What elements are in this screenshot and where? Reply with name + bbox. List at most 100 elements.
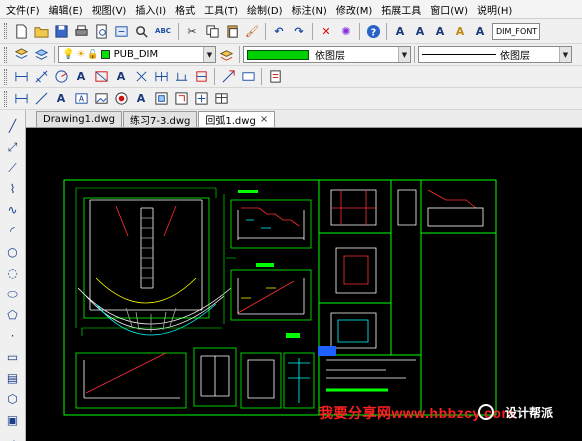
line-icon[interactable]: ╱	[5, 118, 21, 134]
tolerance-icon[interactable]	[13, 91, 29, 107]
polyline-icon[interactable]: ⌇	[5, 181, 21, 197]
find-icon[interactable]	[133, 23, 149, 39]
menu-format[interactable]: 格式	[175, 2, 195, 17]
dimension-style-icon[interactable]	[267, 69, 283, 85]
hatch-icon[interactable]: ▤	[5, 370, 21, 386]
open-folder-icon[interactable]	[33, 23, 49, 39]
layer-combo[interactable]: 💡 ☀ 🔓 PUB_DIM ▼	[58, 46, 216, 63]
xref-icon[interactable]	[193, 91, 209, 107]
spline-icon[interactable]: ∿	[5, 202, 21, 218]
dimension-text-edit-icon[interactable]	[240, 69, 256, 85]
continue-dimension-icon[interactable]	[173, 69, 189, 85]
layer-color-swatch	[100, 50, 110, 59]
toolbar-grip[interactable]	[4, 68, 7, 85]
save-icon[interactable]	[53, 23, 69, 39]
spell-check-icon[interactable]: ABC	[153, 23, 173, 39]
layer-previous-icon[interactable]	[33, 47, 49, 63]
leader-text-icon[interactable]: A	[53, 91, 69, 107]
toolbar-grip[interactable]	[4, 46, 7, 63]
menu-draw[interactable]: 绘制(D)	[247, 2, 283, 17]
help-icon[interactable]: ?	[365, 23, 381, 39]
radius-dimension-icon[interactable]	[53, 69, 69, 85]
quick-dimension-icon[interactable]	[153, 69, 169, 85]
chevron-down-icon[interactable]: ▼	[203, 47, 215, 62]
diameter-dimension-icon[interactable]	[93, 69, 109, 85]
edit-text-icon[interactable]: A	[452, 23, 468, 39]
center-mark-icon[interactable]	[33, 91, 49, 107]
redo-icon[interactable]: ↷	[291, 23, 307, 39]
image-frame-icon[interactable]	[93, 91, 109, 107]
dimension-edit-icon[interactable]	[220, 69, 236, 85]
point-icon[interactable]: ·	[5, 328, 21, 344]
hyperlink-icon[interactable]	[113, 91, 129, 107]
region-icon[interactable]: ⬡	[5, 391, 21, 407]
find-text-icon[interactable]: A	[472, 23, 488, 39]
menu-dimension[interactable]: 标注(N)	[292, 2, 327, 17]
close-icon[interactable]: ×	[260, 114, 268, 125]
multiline-text-icon[interactable]: A	[412, 23, 428, 39]
explode-icon[interactable]: ✺	[338, 23, 354, 39]
color-combo[interactable]: 依图层 ▼	[243, 46, 411, 63]
tab-huihu1[interactable]: 回弧1.dwg ×	[198, 111, 276, 127]
linear-dimension-icon[interactable]	[13, 69, 29, 85]
block-icon[interactable]	[153, 91, 169, 107]
angular-dimension-icon[interactable]: A	[113, 69, 129, 85]
paste-icon[interactable]	[224, 23, 240, 39]
layer-manager-icon[interactable]	[13, 47, 29, 63]
chevron-down-icon[interactable]: ▼	[559, 47, 571, 62]
table-icon[interactable]	[213, 91, 229, 107]
ray-icon[interactable]: ⤢	[5, 139, 21, 155]
new-file-icon[interactable]	[13, 23, 29, 39]
linetype-combo[interactable]: 依图层 ▼	[418, 46, 572, 63]
toolbar-grip[interactable]	[4, 23, 7, 39]
dim-style-combo[interactable]: DIM_FONT	[492, 22, 540, 40]
undo-icon[interactable]: ↶	[271, 23, 287, 39]
arc-icon[interactable]: ◜	[5, 223, 21, 239]
print-preview-icon[interactable]	[93, 23, 109, 39]
menu-help[interactable]: 说明(H)	[477, 2, 512, 17]
menu-insert[interactable]: 插入(I)	[135, 2, 166, 17]
single-line-text-icon[interactable]: A	[432, 23, 448, 39]
layer-freeze-icon: ☀	[76, 49, 86, 60]
copy-icon[interactable]	[204, 23, 220, 39]
menu-window[interactable]: 窗口(W)	[430, 2, 468, 17]
menu-extension-tools[interactable]: 拓展工具	[381, 2, 421, 17]
attribute-icon[interactable]: A	[133, 91, 149, 107]
dimension-toolbar: A A	[0, 66, 582, 88]
polygon-icon[interactable]: ⬠	[5, 307, 21, 323]
match-properties-icon[interactable]: 🖌	[244, 23, 260, 39]
menu-tools[interactable]: 工具(T)	[204, 2, 238, 17]
tab-exercise-7-3[interactable]: 练习7-3.dwg	[123, 111, 198, 127]
ellipse-icon[interactable]: ⬭	[5, 286, 21, 302]
drawing-canvas[interactable]	[26, 128, 582, 441]
layer-properties-toolbar: 💡 ☀ 🔓 PUB_DIM ▼ 依图层 ▼ 依图层 ▼	[0, 44, 582, 66]
circle-icon[interactable]: ○	[5, 244, 21, 260]
publish-icon[interactable]	[113, 23, 129, 39]
text-frame-icon[interactable]: A	[73, 91, 89, 107]
insert-block-icon[interactable]	[173, 91, 189, 107]
text-icon[interactable]: A	[73, 69, 89, 85]
menu-edit[interactable]: 编辑(E)	[49, 2, 83, 17]
construction-line-icon[interactable]: ⟋	[5, 160, 21, 176]
menu-modify[interactable]: 修改(M)	[336, 2, 372, 17]
toolbar-separator	[359, 22, 360, 40]
toolbar-grip[interactable]	[4, 90, 7, 107]
menu-file[interactable]: 文件(F)	[6, 2, 40, 17]
text-style-icon[interactable]: A	[392, 23, 408, 39]
cut-icon[interactable]: ✂	[184, 23, 200, 39]
boundary-icon[interactable]: ▣	[5, 412, 21, 428]
donut-icon[interactable]: ◌	[5, 265, 21, 281]
print-icon[interactable]	[73, 23, 89, 39]
tab-drawing1[interactable]: Drawing1.dwg	[36, 111, 122, 127]
rectangle-icon[interactable]: ▭	[5, 349, 21, 365]
dim-style-value: DIM_FONT	[496, 26, 538, 36]
linetype-sample	[422, 54, 496, 55]
chevron-down-icon[interactable]: ▼	[398, 47, 410, 62]
menu-view[interactable]: 视图(V)	[92, 2, 127, 17]
make-object-layer-current-icon[interactable]	[218, 47, 234, 63]
aligned-dimension-icon[interactable]	[33, 69, 49, 85]
revision-cloud-icon[interactable]: ☁	[5, 433, 21, 441]
ordinate-dimension-icon[interactable]	[133, 69, 149, 85]
baseline-dimension-icon[interactable]	[193, 69, 209, 85]
delete-icon[interactable]: ✕	[318, 23, 334, 39]
